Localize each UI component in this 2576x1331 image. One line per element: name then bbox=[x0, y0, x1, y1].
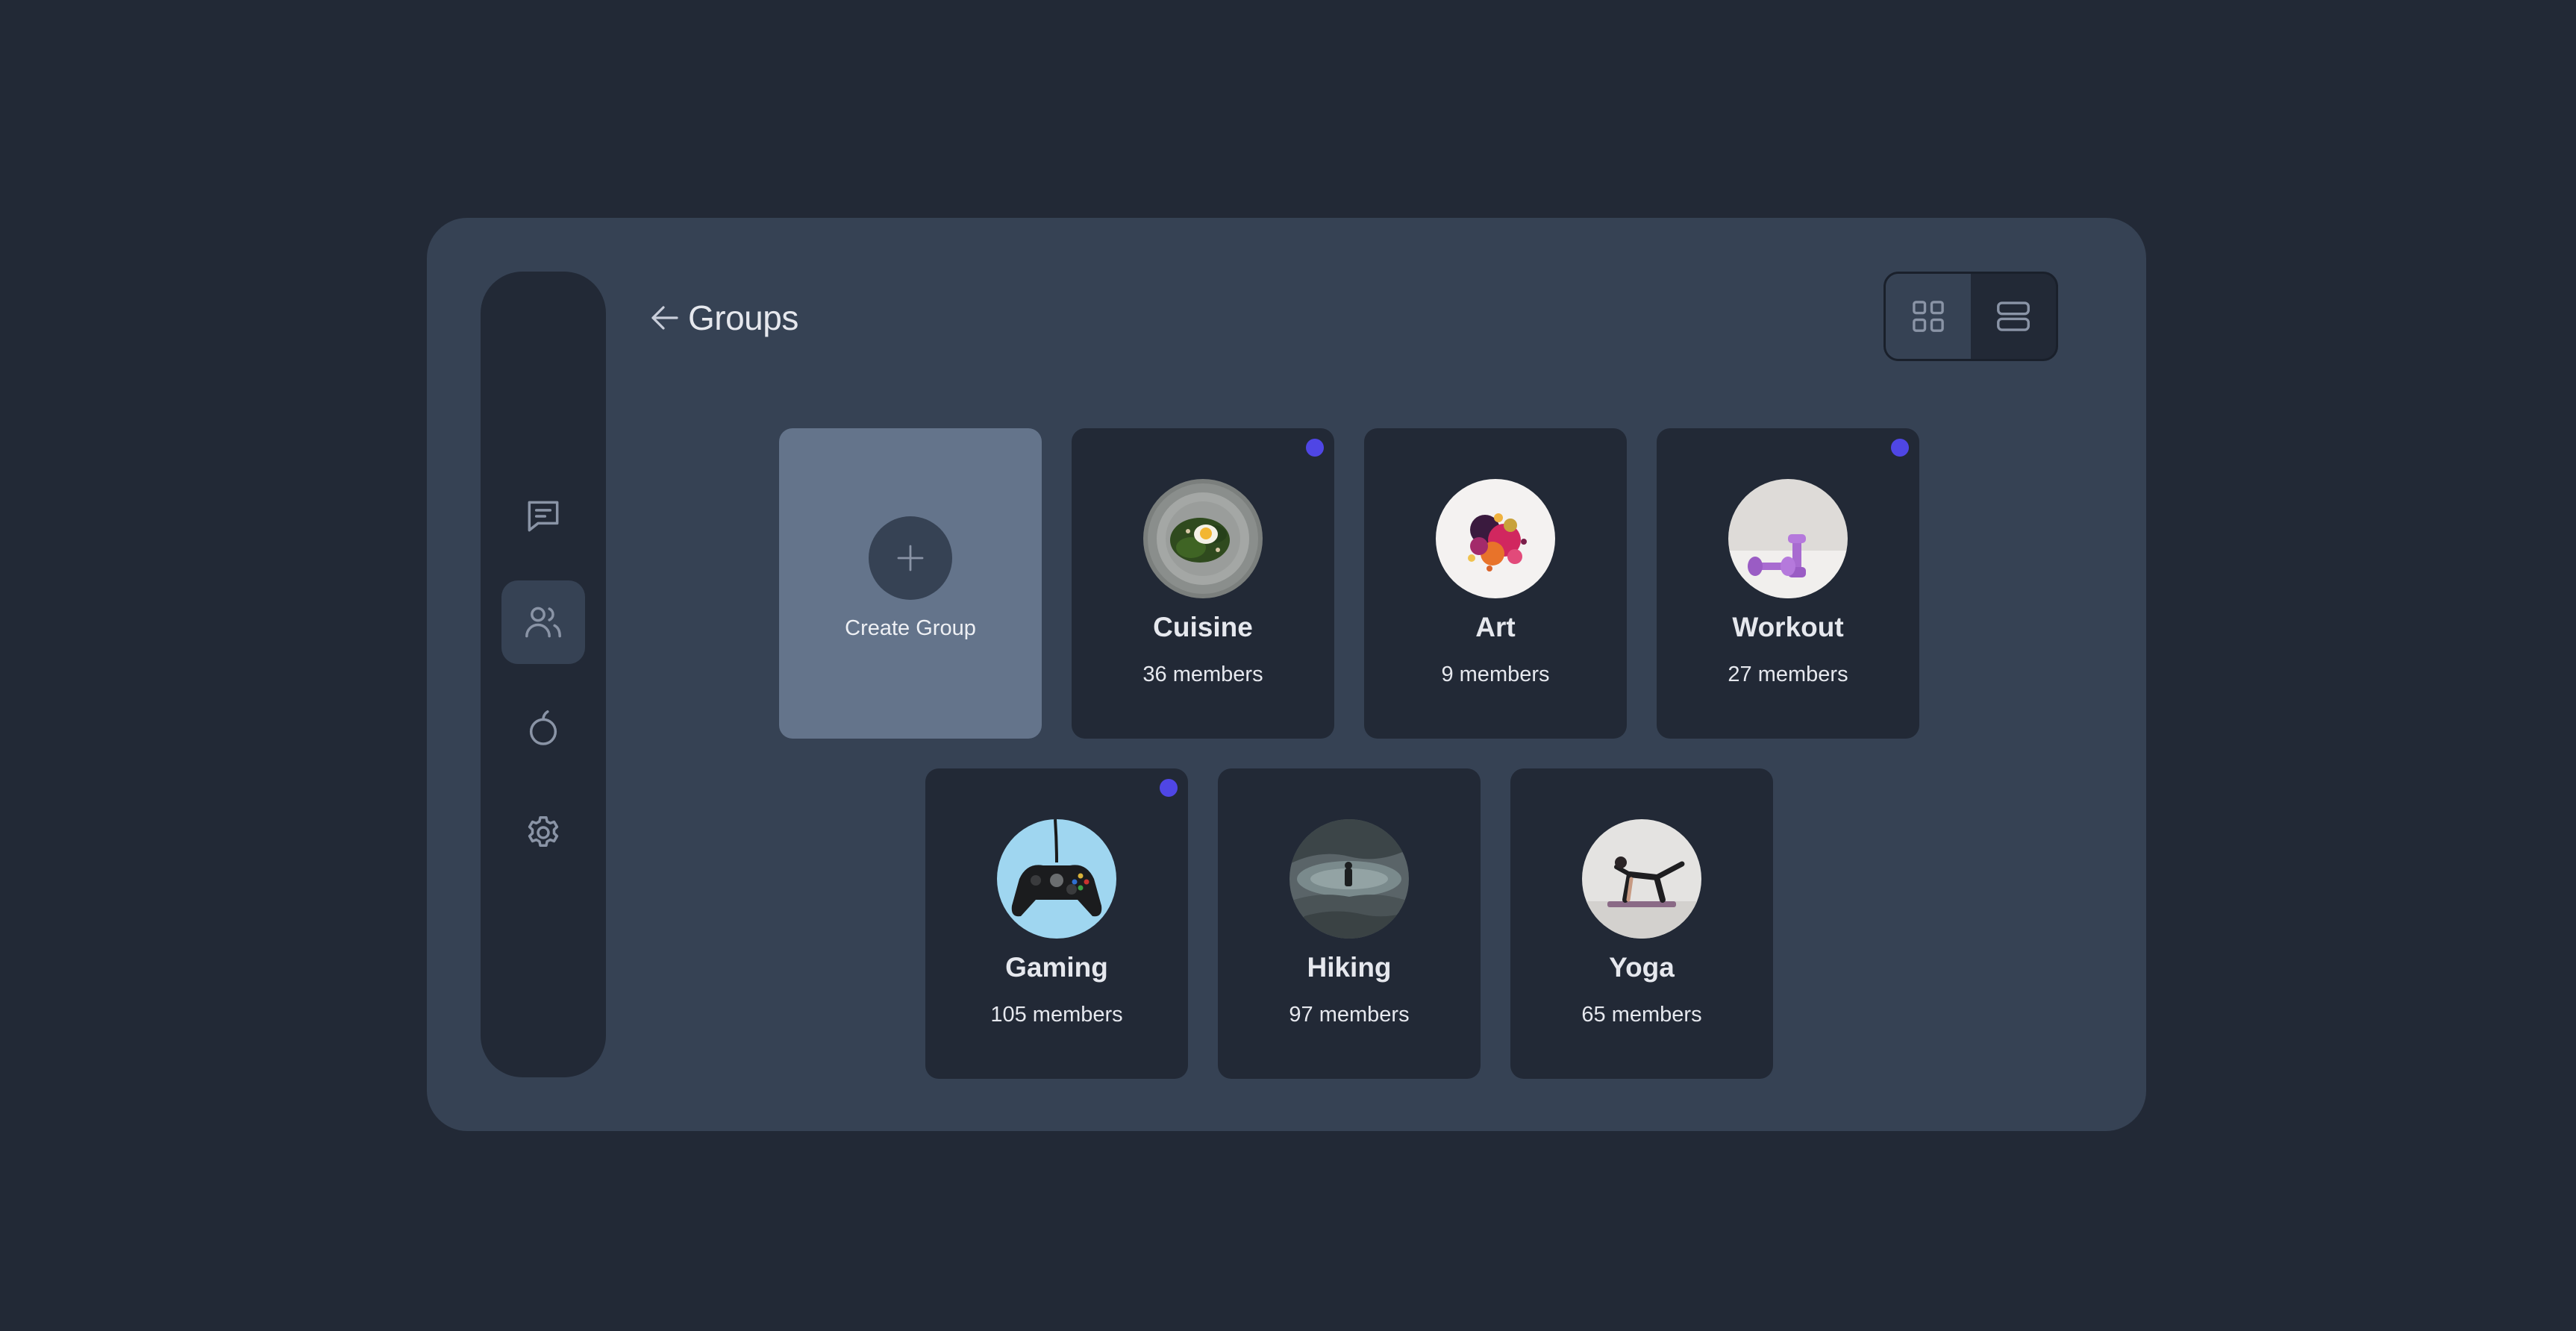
group-name: Gaming bbox=[1005, 952, 1108, 983]
back-button[interactable] bbox=[646, 299, 684, 336]
app-window: Groups Create Group Cuisine 36 members A… bbox=[427, 218, 2146, 1131]
group-member-count: 27 members bbox=[1728, 663, 1848, 686]
view-toggle bbox=[1883, 272, 2058, 361]
sidebar-item-food[interactable] bbox=[501, 686, 585, 770]
group-card-gaming[interactable]: Gaming 105 members bbox=[925, 768, 1188, 1079]
unread-indicator bbox=[1306, 439, 1324, 457]
create-group-label: Create Group bbox=[845, 616, 976, 640]
group-card-cuisine[interactable]: Cuisine 36 members bbox=[1072, 428, 1334, 739]
group-name: Cuisine bbox=[1153, 612, 1253, 642]
unread-indicator bbox=[1891, 439, 1909, 457]
sidebar-item-chats[interactable] bbox=[501, 475, 585, 558]
list-view-button[interactable] bbox=[1971, 274, 2056, 359]
group-member-count: 9 members bbox=[1441, 663, 1550, 686]
group-member-count: 65 members bbox=[1581, 1003, 1702, 1027]
arrow-left-icon bbox=[651, 306, 678, 330]
group-card-art[interactable]: Art 9 members bbox=[1364, 428, 1627, 739]
create-group-button[interactable] bbox=[869, 516, 952, 600]
group-name: Hiking bbox=[1307, 952, 1392, 983]
unread-indicator bbox=[1160, 779, 1178, 797]
group-name: Art bbox=[1475, 612, 1516, 642]
plus-icon bbox=[897, 545, 924, 571]
group-member-count: 105 members bbox=[990, 1003, 1123, 1027]
group-image-hiking bbox=[1289, 819, 1409, 939]
gear-icon bbox=[528, 815, 559, 848]
sidebar-item-groups[interactable] bbox=[501, 580, 585, 664]
users-icon bbox=[525, 607, 561, 638]
group-image-workout bbox=[1728, 479, 1848, 598]
group-image-gaming bbox=[997, 819, 1116, 939]
group-member-count: 36 members bbox=[1142, 663, 1263, 686]
create-group-card[interactable]: Create Group bbox=[779, 428, 1042, 739]
group-image-yoga bbox=[1582, 819, 1701, 939]
group-name: Yoga bbox=[1609, 952, 1675, 983]
list-view-icon bbox=[1997, 301, 2030, 331]
chat-icon bbox=[528, 501, 559, 532]
sidebar bbox=[481, 272, 606, 1077]
group-card-workout[interactable]: Workout 27 members bbox=[1657, 428, 1919, 739]
group-image-art bbox=[1436, 479, 1555, 598]
sidebar-item-settings[interactable] bbox=[501, 791, 585, 874]
group-card-hiking[interactable]: Hiking 97 members bbox=[1218, 768, 1481, 1079]
grid-view-button[interactable] bbox=[1886, 274, 1971, 359]
grid-view-icon bbox=[1913, 301, 1944, 332]
group-card-yoga[interactable]: Yoga 65 members bbox=[1510, 768, 1773, 1079]
group-member-count: 97 members bbox=[1289, 1003, 1410, 1027]
page-title: Groups bbox=[688, 298, 798, 337]
apple-icon bbox=[529, 710, 557, 745]
group-image-cuisine bbox=[1143, 479, 1263, 598]
group-name: Workout bbox=[1732, 612, 1844, 642]
page-header: Groups bbox=[646, 295, 798, 340]
